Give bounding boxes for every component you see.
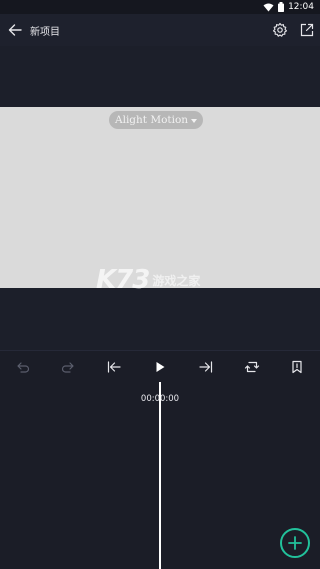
- site-logo-brand: K73: [96, 265, 150, 295]
- plus-icon: [288, 536, 302, 550]
- preview-bottom-margin: [0, 288, 320, 350]
- app-bar: 新项目: [0, 14, 320, 46]
- back-arrow-icon[interactable]: [6, 21, 24, 39]
- chevron-down-icon: [191, 118, 198, 123]
- preview-top-margin: [0, 46, 320, 107]
- clock: 12:04: [288, 2, 314, 12]
- project-canvas[interactable]: [0, 107, 320, 288]
- bookmark-icon[interactable]: [289, 359, 305, 375]
- status-bar: 12:04: [0, 0, 320, 14]
- undo-icon[interactable]: [15, 359, 31, 375]
- export-icon[interactable]: [299, 22, 315, 38]
- skip-to-end-icon[interactable]: [198, 359, 214, 375]
- site-logo-subtitle: 游戏之家: [152, 273, 201, 288]
- watermark-badge[interactable]: Alight Motion: [109, 111, 204, 129]
- watermark-label: Alight Motion: [115, 114, 189, 126]
- playback-toolbar: [0, 350, 320, 383]
- play-icon[interactable]: [152, 359, 168, 375]
- site-watermark-logo: K73 游戏之家: [96, 265, 200, 295]
- skip-to-start-icon[interactable]: [106, 359, 122, 375]
- redo-icon[interactable]: [60, 359, 76, 375]
- repeat-icon[interactable]: [244, 359, 260, 375]
- gear-icon[interactable]: [272, 22, 288, 38]
- battery-icon: [278, 2, 285, 12]
- wifi-icon: [263, 3, 274, 12]
- add-layer-button[interactable]: [280, 528, 310, 558]
- playhead[interactable]: [159, 382, 161, 569]
- status-indicators: 12:04: [263, 1, 314, 13]
- project-title: 新项目: [30, 27, 60, 38]
